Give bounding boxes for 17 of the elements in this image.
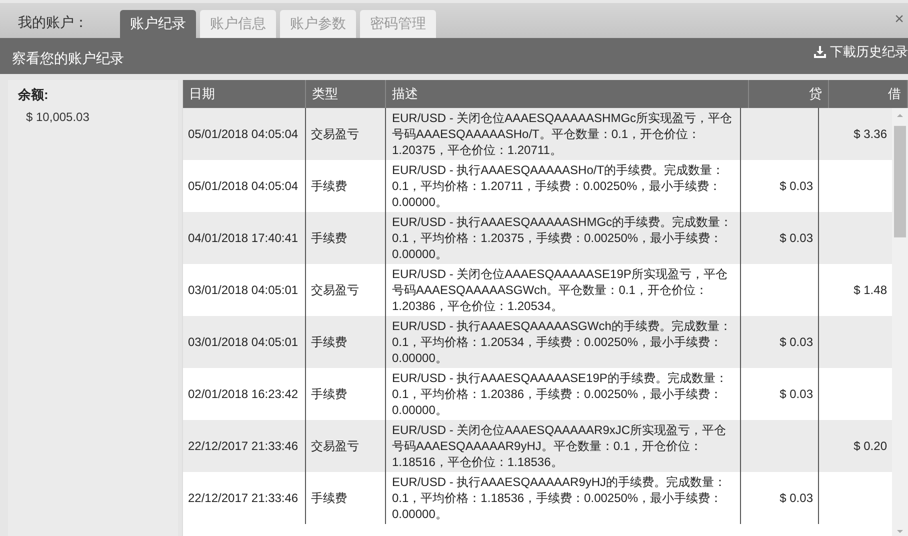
tab[interactable]: 账户信息 (200, 10, 276, 38)
tab[interactable]: 账户纪录 (120, 10, 196, 38)
download-link[interactable]: 下載历史纪录 (814, 43, 908, 61)
tab[interactable]: 密码管理 (360, 10, 436, 38)
table-cell: $ 0.03 (741, 472, 819, 524)
close-button[interactable]: × (894, 11, 904, 29)
tab[interactable]: 账户参数 (280, 10, 356, 38)
table-cell-text: $ 0.20 (852, 438, 888, 455)
table-cell-text: $ 1.48 (852, 282, 888, 299)
table-cell-text: $ 3.36 (852, 126, 888, 143)
balance-label: 余额: (18, 86, 50, 104)
section-title: 察看您的账户纪录 (12, 50, 124, 68)
table-cell: EUR/USD - 执行AAAESQAAAAAR9yHJ的手续费。完成数量：0.1，平均价格：1.18536，手续费：0.00250%，最小手续费：0.00000。 (386, 472, 741, 524)
table-cell: 手续费 (306, 472, 386, 524)
account-label: 我的账户： (18, 14, 88, 32)
balance-value: $ 10,005.03 (25, 110, 90, 124)
table-cell: 22/12/2017 21:33:46 (183, 472, 306, 524)
